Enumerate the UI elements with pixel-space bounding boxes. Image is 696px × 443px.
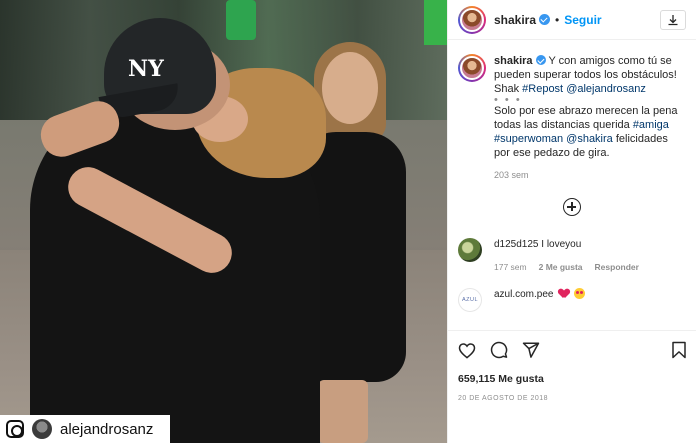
avatar[interactable]: AZUL: [458, 288, 482, 312]
hashtag-amiga[interactable]: #amiga: [633, 119, 669, 131]
verified-icon: [539, 14, 551, 25]
comment-likes[interactable]: 2 Me gusta: [539, 262, 583, 272]
verified-icon: [535, 55, 546, 65]
post-actions: 659,115 Me gusta 20 DE AGOSTO DE 2018: [448, 330, 696, 402]
background-woman-legs: [318, 380, 368, 443]
avatar-image: [460, 56, 484, 80]
mention-shakira[interactable]: @shakira: [566, 133, 613, 145]
heart-eyes-icon: [574, 288, 586, 299]
caption-text: shakira Y con amigos como tú se pueden s…: [494, 54, 686, 182]
red-heart-icon: [559, 289, 569, 298]
avatar-image: [460, 7, 484, 32]
post-header: shakira • Seguir: [448, 0, 696, 40]
reply-button[interactable]: Responder: [595, 262, 639, 272]
instagram-icon: [6, 420, 24, 438]
comment-message: I loveyou: [541, 239, 582, 250]
cap-logo: NY: [128, 56, 164, 82]
separator: •: [555, 12, 560, 27]
comment-username[interactable]: d125d125: [494, 239, 539, 250]
comment-text: azul.com.pee: [494, 288, 586, 302]
comment-body: azul.com.pee: [494, 288, 586, 312]
comment-username[interactable]: azul.com.pee: [494, 289, 553, 300]
mention-alejandrosanz[interactable]: @alejandrosanz: [566, 83, 646, 95]
post-photo[interactable]: NY alejandrosanz: [0, 0, 447, 443]
caption-timestamp: 203 sem: [494, 170, 529, 180]
photo-tag[interactable]: alejandrosanz: [0, 415, 170, 443]
post-date: 20 DE AGOSTO DE 2018: [458, 395, 549, 402]
avatar[interactable]: [458, 238, 482, 262]
comment-meta: 177 sem 2 Me gusta Responder: [494, 262, 639, 272]
comment-body: d125d125 I loveyou 177 sem 2 Me gusta Re…: [494, 238, 639, 272]
comment-text: d125d125 I loveyou: [494, 238, 639, 252]
caption-dots: • • •: [494, 94, 522, 106]
download-button[interactable]: [660, 9, 686, 30]
load-more-comments: [448, 198, 696, 216]
avatar-text: AZUL: [461, 297, 479, 303]
share-icon[interactable]: [522, 341, 540, 359]
plus-circle-icon[interactable]: [563, 198, 581, 216]
tag-username: alejandrosanz: [60, 420, 154, 438]
header-username[interactable]: shakira: [494, 13, 536, 27]
hashtag-superwoman[interactable]: #superwoman: [494, 133, 563, 145]
comment: d125d125 I loveyou 177 sem 2 Me gusta Re…: [448, 238, 696, 272]
caption: shakira Y con amigos como tú se pueden s…: [448, 40, 696, 182]
avatar: [32, 419, 52, 439]
action-icons: [458, 341, 687, 359]
download-icon: [668, 14, 678, 25]
heart-icon[interactable]: [458, 342, 476, 359]
background-person: [226, 0, 256, 40]
hashtag-repost[interactable]: #Repost: [522, 83, 563, 95]
post-sidebar: shakira • Seguir shakira Y con amigos co…: [447, 0, 696, 443]
background-person: [424, 0, 447, 45]
comment: AZUL azul.com.pee: [448, 288, 696, 312]
comment-icon[interactable]: [490, 341, 508, 359]
like-count[interactable]: 659,115 Me gusta: [458, 373, 687, 385]
comment-time: 177 sem: [494, 262, 527, 272]
caption-username[interactable]: shakira: [494, 55, 533, 67]
background-woman-head: [322, 52, 378, 124]
avatar[interactable]: [458, 5, 486, 34]
bookmark-icon[interactable]: [671, 341, 687, 359]
avatar[interactable]: [458, 54, 486, 82]
follow-button[interactable]: Seguir: [564, 13, 601, 27]
